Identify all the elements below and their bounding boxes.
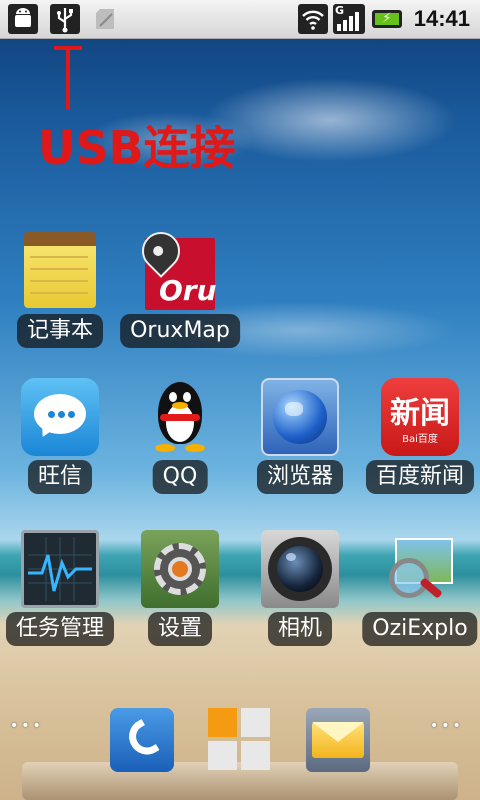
baidu-icon-subtext: Bai百度: [402, 434, 438, 445]
qq-penguin-icon: [141, 378, 219, 456]
app-label: 任务管理: [5, 612, 115, 646]
camera-lens-icon: [261, 530, 339, 608]
signal-icon: G: [333, 4, 365, 34]
notepad-icon: [24, 232, 96, 308]
app-wangxin[interactable]: 旺信: [0, 378, 120, 494]
app-label: OziExplo: [362, 612, 478, 646]
annotation-arrow: [66, 46, 70, 110]
globe-icon: [261, 378, 339, 456]
usb-icon: [50, 4, 80, 34]
app-settings[interactable]: 设置: [120, 530, 240, 646]
envelope-icon: [312, 722, 364, 758]
android-debug-icon: [8, 4, 38, 34]
phone-icon: [122, 718, 160, 762]
app-task-manager[interactable]: 任务管理: [0, 530, 120, 646]
app-label: QQ: [152, 460, 208, 494]
app-browser[interactable]: 浏览器: [240, 378, 360, 494]
dock: ••• •••: [0, 700, 480, 800]
gear-icon: [141, 530, 219, 608]
app-label: 百度新闻: [365, 460, 475, 494]
left-page-indicator[interactable]: •••: [10, 718, 44, 734]
wifi-icon: [298, 4, 328, 34]
app-label: 旺信: [27, 460, 93, 494]
chat-bubble-icon: [21, 378, 99, 456]
messaging-button[interactable]: [306, 708, 370, 772]
map-magnifier-icon: [381, 530, 459, 608]
baidu-news-icon: 新闻 Bai百度: [381, 378, 459, 456]
app-label: OruxMap: [120, 314, 240, 348]
app-camera[interactable]: 相机: [240, 530, 360, 646]
app-qq[interactable]: QQ: [120, 378, 240, 494]
app-label: 浏览器: [256, 460, 344, 494]
app-label: 相机: [267, 612, 333, 646]
app-notepad[interactable]: 记事本: [0, 232, 120, 348]
sd-card-icon: [90, 4, 120, 34]
app-label: 记事本: [16, 314, 104, 348]
app-oziexplorer[interactable]: OziExplo: [360, 530, 480, 646]
app-baidu-news[interactable]: 新闻 Bai百度 百度新闻: [360, 378, 480, 494]
status-bar[interactable]: G ⚡ 14:41: [0, 0, 480, 39]
annotation-label: USB连接: [38, 121, 236, 175]
app-drawer-button[interactable]: [208, 708, 272, 772]
status-time: 14:41: [413, 6, 470, 31]
baidu-icon-text: 新闻: [390, 396, 450, 431]
network-type-label: G: [335, 4, 345, 17]
right-page-indicator[interactable]: •••: [430, 718, 464, 734]
phone-dialer-button[interactable]: [110, 708, 174, 772]
app-oruxmaps[interactable]: Oru OruxMap: [120, 224, 240, 348]
app-label: 设置: [147, 612, 213, 646]
oruxmaps-icon-text: Oru: [159, 274, 217, 307]
battery-charging-icon: ⚡: [372, 10, 402, 28]
task-manager-icon: [21, 530, 99, 608]
